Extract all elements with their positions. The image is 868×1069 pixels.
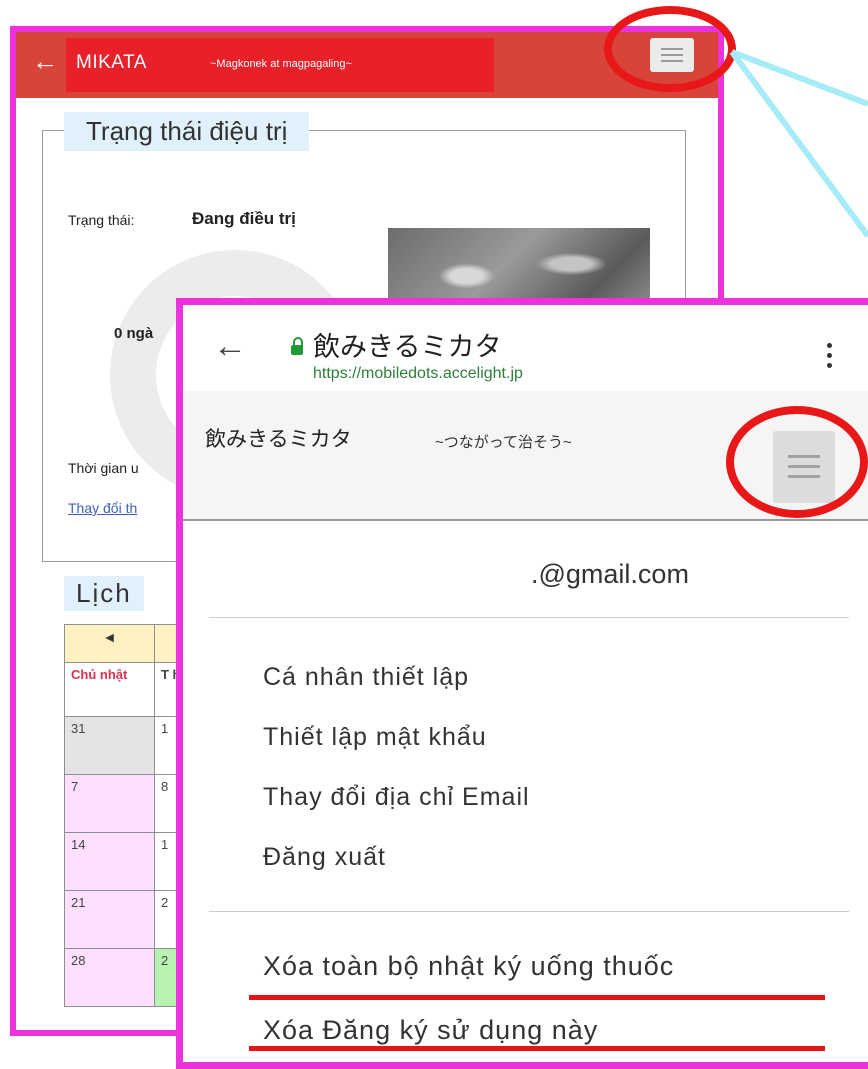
menu-divider <box>209 617 849 618</box>
overflow-menu-icon[interactable] <box>827 343 833 373</box>
browser-url[interactable]: https://mobiledots.accelight.jp <box>313 365 523 383</box>
back-arrow-icon[interactable]: ← <box>213 327 247 366</box>
highlight-ring <box>726 406 868 518</box>
menu-item-logout[interactable]: Đăng xuất <box>263 843 386 872</box>
browser-page-title: 飲みきるミカタ <box>313 332 502 362</box>
highlight-underline <box>249 1046 825 1051</box>
site-subtitle: ~つながって治そう~ <box>435 434 572 451</box>
menu-item-password-settings[interactable]: Thiết lập mật khẩu <box>263 723 487 752</box>
menu-item-personal-settings[interactable]: Cá nhân thiết lập <box>263 663 469 692</box>
highlight-underline <box>249 995 825 1000</box>
menu-item-delete-medication-log[interactable]: Xóa toàn bộ nhật ký uống thuốc <box>263 951 674 982</box>
browser-chrome: ← 飲みきるミカタ https://mobiledots.accelight.j… <box>183 305 868 391</box>
lock-icon <box>291 337 303 355</box>
account-email: .@gmail.com <box>531 559 689 589</box>
menu-item-change-email[interactable]: Thay đổi địa chỉ Email <box>263 783 530 812</box>
menu-item-delete-registration[interactable]: Xóa Đăng ký sử dụng này <box>263 1015 598 1046</box>
site-title: 飲みきるミカタ <box>205 428 352 451</box>
menu-divider <box>209 911 849 912</box>
